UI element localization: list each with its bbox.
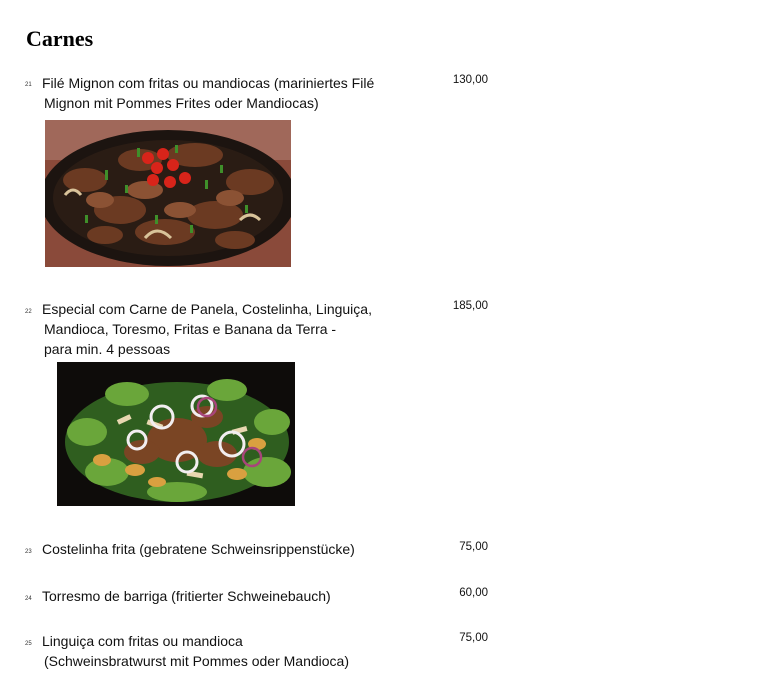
item-description-line: Mignon mit Pommes Frites oder Mandiocas) [44, 95, 319, 111]
item-number: 22 [25, 309, 32, 315]
dish-photo-especial [57, 362, 295, 506]
item-description-line: Filé Mignon com fritas ou mandiocas (mar… [42, 75, 375, 91]
item-price: 185,00 [452, 300, 488, 312]
item-description: Costelinha frita (gebratene Schweinsripp… [42, 539, 355, 559]
item-number: 21 [25, 82, 32, 88]
item-price: 60,00 [459, 587, 488, 599]
item-description: Especial com Carne de Panela, Costelinha… [42, 299, 372, 359]
section-title: Carnes [26, 26, 94, 51]
item-description-line: Costelinha frita (gebratene Schweinsripp… [42, 541, 355, 557]
dish-photo-file-mignon [45, 120, 291, 267]
item-price: 130,00 [452, 74, 488, 86]
item-price: 75,00 [459, 541, 488, 553]
item-description: Filé Mignon com fritas ou mandiocas (mar… [42, 73, 374, 113]
item-number: 24 [25, 596, 32, 602]
item-price: 75,00 [459, 632, 488, 644]
item-description-line: Especial com Carne de Panela, Costelinha… [42, 301, 372, 317]
item-description-line: Torresmo de barriga (fritierter Schweine… [42, 588, 331, 604]
item-description: Linguiça com fritas ou mandioca (Schwein… [42, 631, 349, 671]
item-description: Torresmo de barriga (fritierter Schweine… [42, 586, 331, 606]
item-number: 25 [25, 641, 32, 647]
item-number: 23 [25, 549, 32, 555]
item-description-line: Linguiça com fritas ou mandioca [42, 633, 243, 649]
item-description-line: Mandioca, Toresmo, Fritas e Banana da Te… [44, 321, 337, 337]
item-description-line: para min. 4 pessoas [44, 341, 171, 357]
item-description-line: (Schweinsbratwurst mit Pommes oder Mandi… [44, 653, 349, 669]
